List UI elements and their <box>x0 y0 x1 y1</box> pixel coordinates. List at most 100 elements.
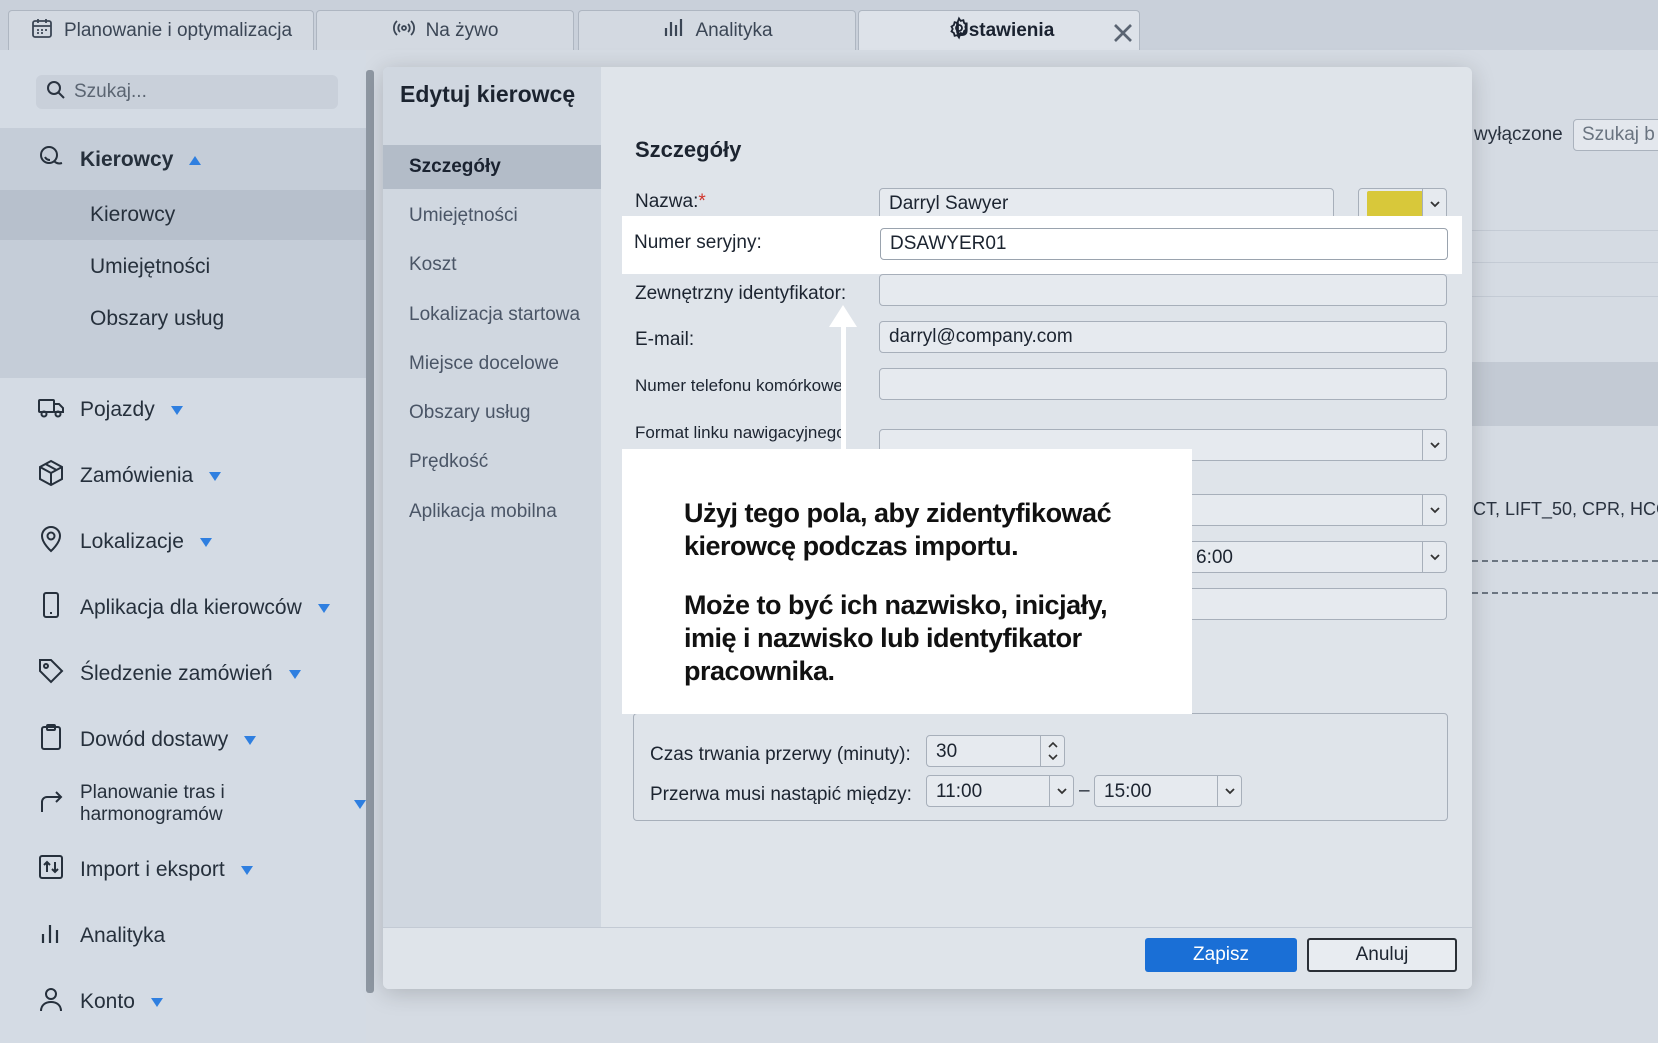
clipboard-icon <box>36 722 66 758</box>
sidebar-item-route-planning[interactable]: Planowanie tras i harmonogramów <box>36 782 366 825</box>
email-label: E-mail: <box>635 329 695 350</box>
chevron-down-icon <box>1217 776 1241 806</box>
chevron-down-icon <box>1422 542 1446 572</box>
close-icon[interactable] <box>1111 21 1132 42</box>
break-to-value: 15:00 <box>1104 781 1152 802</box>
sidebar-item-label: Aplikacja dla kierowców <box>80 596 302 619</box>
bg-row <box>1472 230 1658 260</box>
serial-number-input[interactable] <box>880 228 1448 260</box>
sidebar-scrollbar[interactable] <box>366 70 374 993</box>
caret-down-icon <box>317 603 330 613</box>
sidebar-subitem-drivers[interactable]: Kierowcy <box>0 190 366 240</box>
sidebar-item-import-export[interactable]: Import i eksport <box>36 852 253 888</box>
chevron-up-icon[interactable] <box>1047 741 1058 749</box>
serial-number-label: Numer seryjny: <box>634 232 762 253</box>
bar-chart-icon <box>661 16 685 46</box>
dialog-tab-destination[interactable]: Miejsce docelowe <box>383 342 601 386</box>
bg-search-input[interactable]: Szukaj b <box>1573 119 1658 151</box>
sidebar-item-driver-app[interactable]: Aplikacja dla kierowców <box>36 590 330 626</box>
sidebar-item-label: Zamówienia <box>80 464 194 487</box>
break-duration-stepper[interactable]: 30 <box>926 735 1065 767</box>
cancel-button[interactable]: Anuluj <box>1307 938 1457 972</box>
box-icon <box>36 458 66 494</box>
dialog-title: Edytuj kierowcę <box>400 81 576 107</box>
sidebar: Kierowcy Kierowcy Umiejętności Obszary u… <box>0 50 366 1043</box>
sidebar-subitem-service-areas[interactable]: Obszary usług <box>0 294 366 344</box>
caret-down-icon <box>244 735 257 745</box>
dialog-nav: Edytuj kierowcę Szczegóły Umiejętności K… <box>383 67 601 927</box>
color-swatch <box>1367 191 1423 217</box>
dialog-tab-cost[interactable]: Koszt <box>383 243 601 287</box>
required-marker: * <box>698 191 706 212</box>
tab-label: Analityka <box>695 19 773 41</box>
caret-down-icon <box>199 537 212 547</box>
search-icon <box>46 80 66 105</box>
sidebar-item-vehicles[interactable]: Pojazdy <box>36 392 183 428</box>
dialog-tab-service-areas[interactable]: Obszary usług <box>383 391 601 435</box>
sidebar-item-label: Lokalizacje <box>80 530 184 553</box>
name-label: Nazwa:* <box>635 191 706 213</box>
tab-analytics[interactable]: Analityka <box>578 10 856 50</box>
help-callout: Użyj tego pola, aby zidentyfikować kiero… <box>622 449 1192 714</box>
sidebar-item-label: Konto <box>80 990 135 1013</box>
sidebar-item-label: Śledzenie zamówień <box>80 662 273 685</box>
chevron-down-icon <box>1422 189 1446 219</box>
bg-divider <box>1472 592 1658 594</box>
tab-planning[interactable]: Planowanie i optymalizacja <box>8 10 314 50</box>
break-between-label: Przerwa musi nastąpić między: <box>650 784 912 805</box>
broadcast-icon <box>392 16 416 46</box>
sidebar-item-proof-of-delivery[interactable]: Dowód dostawy <box>36 722 257 758</box>
break-to-select[interactable]: 15:00 <box>1094 775 1242 807</box>
stepper-arrows[interactable] <box>1040 736 1064 766</box>
callout-arrow-stem <box>841 322 846 452</box>
sidebar-item-account[interactable]: Konto <box>36 984 163 1020</box>
tag-icon <box>36 656 66 692</box>
tab-live[interactable]: Na żywo <box>316 10 574 50</box>
sidebar-item-locations[interactable]: Lokalizacje <box>36 524 212 560</box>
sidebar-subitem-skills[interactable]: Umiejętności <box>0 242 366 292</box>
tab-label: Na żywo <box>425 19 499 41</box>
bg-row <box>1472 296 1658 326</box>
search-input[interactable] <box>74 81 324 103</box>
save-button[interactable]: Zapisz <box>1145 938 1297 972</box>
external-id-label: Zewnętrzny identyfikator: <box>635 283 847 304</box>
dialog-tab-start-location[interactable]: Lokalizacja startowa <box>383 293 601 337</box>
sidebar-item-analytics[interactable]: Analityka <box>36 918 165 954</box>
chevron-down-icon[interactable] <box>1047 753 1058 761</box>
map-pin-icon <box>36 524 66 560</box>
tab-settings[interactable]: Ustawienia <box>858 10 1140 50</box>
dialog-tab-mobile-app[interactable]: Aplikacja mobilna <box>383 490 601 534</box>
email-input[interactable] <box>879 321 1447 353</box>
external-id-input[interactable] <box>879 274 1447 306</box>
chevron-down-icon <box>1049 776 1073 806</box>
sidebar-item-order-tracking[interactable]: Śledzenie zamówień <box>36 656 301 692</box>
caret-down-icon <box>150 997 163 1007</box>
sidebar-subitem-label: Umiejętności <box>90 255 211 278</box>
section-title: Szczegóły <box>635 137 742 162</box>
mobile-phone-label: Numer telefonu komórkowego <box>635 376 843 395</box>
callout-line-1: Użyj tego pola, aby zidentyfikować kiero… <box>684 498 1112 561</box>
nav-link-format-label: Format linku nawigacyjnego <box>635 423 846 442</box>
break-from-select[interactable]: 11:00 <box>926 775 1074 807</box>
bg-divider <box>1472 560 1658 562</box>
caret-down-icon <box>354 799 366 809</box>
sidebar-search[interactable] <box>36 75 338 109</box>
break-settings-box: Czas trwania przerwy (minuty): 30 Przerw… <box>633 713 1448 821</box>
sidebar-item-drivers[interactable]: Kierowcy <box>36 142 202 178</box>
mobile-phone-input[interactable] <box>879 368 1447 400</box>
sidebar-subitem-label: Obszary usług <box>90 307 225 330</box>
serial-number-spotlight: Numer seryjny: <box>622 216 1462 274</box>
bar-chart-icon <box>36 918 66 954</box>
dialog-tab-details[interactable]: Szczegóły <box>383 145 601 189</box>
import-export-icon <box>36 852 66 888</box>
dialog-tab-skills[interactable]: Umiejętności <box>383 194 601 238</box>
time-range-separator: – <box>1079 780 1090 801</box>
chevron-down-icon <box>1422 430 1446 460</box>
sidebar-item-label: Planowanie tras i harmonogramów <box>80 782 225 825</box>
dialog-tab-speed[interactable]: Prędkość <box>383 440 601 484</box>
sidebar-item-orders[interactable]: Zamówienia <box>36 458 222 494</box>
name-label-text: Nazwa: <box>635 191 699 212</box>
sidebar-item-label: Kierowcy <box>80 148 174 171</box>
sidebar-item-label: Pojazdy <box>80 398 155 421</box>
sidebar-item-label: Dowód dostawy <box>80 728 229 751</box>
